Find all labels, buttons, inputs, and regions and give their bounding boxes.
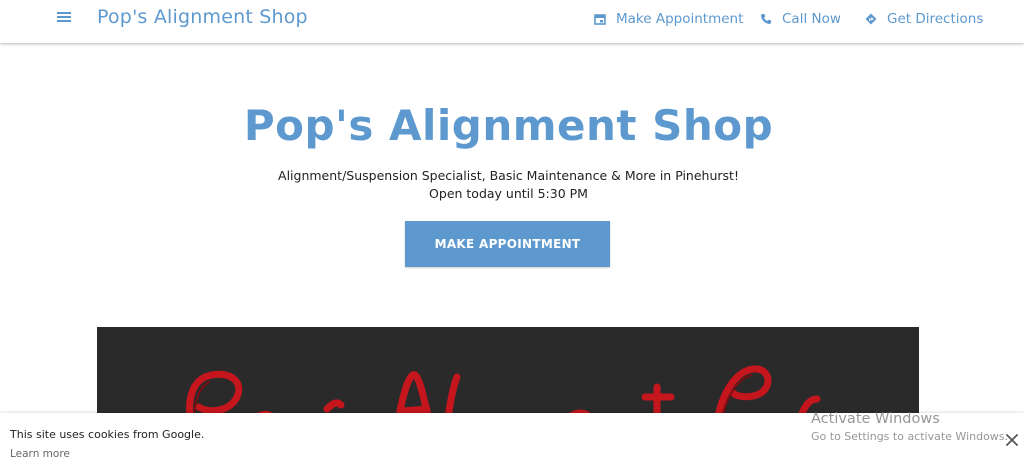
activate-windows-subtitle: Go to Settings to activate Windows.: [811, 430, 1009, 443]
opening-hours: Open today until 5:30 PM: [429, 186, 588, 201]
nav-call-now-label: Call Now: [782, 11, 841, 27]
nav-get-directions[interactable]: Get Directions: [865, 11, 983, 27]
nav-make-appointment[interactable]: Make Appointment: [594, 11, 743, 27]
top-navigation-bar: Pop's Alignment Shop Make Appointment Ca…: [0, 0, 1024, 43]
learn-more-link[interactable]: Learn more: [10, 448, 70, 460]
directions-icon: [865, 13, 877, 25]
page-scrollbar[interactable]: [1017, 43, 1024, 413]
nav-make-appointment-label: Make Appointment: [616, 11, 744, 27]
cookie-notice-text: This site uses cookies from Google.: [10, 428, 205, 441]
hero-banner-image: [97, 327, 919, 427]
hero-subtitle: Alignment/Suspension Specialist, Basic M…: [278, 168, 739, 183]
site-name[interactable]: Pop's Alignment Shop: [97, 6, 308, 28]
script-logo-image: [186, 365, 821, 427]
close-icon[interactable]: [1005, 433, 1019, 447]
hero-title: Pop's Alignment Shop: [243, 101, 774, 150]
phone-icon: [761, 14, 771, 24]
activate-windows-title: Activate Windows: [811, 411, 940, 427]
hamburger-menu-icon[interactable]: [55, 10, 73, 26]
nav-get-directions-label: Get Directions: [887, 11, 984, 27]
make-appointment-button[interactable]: MAKE APPOINTMENT: [405, 221, 610, 267]
nav-call-now[interactable]: Call Now: [760, 11, 841, 27]
calendar-icon: [594, 14, 606, 25]
